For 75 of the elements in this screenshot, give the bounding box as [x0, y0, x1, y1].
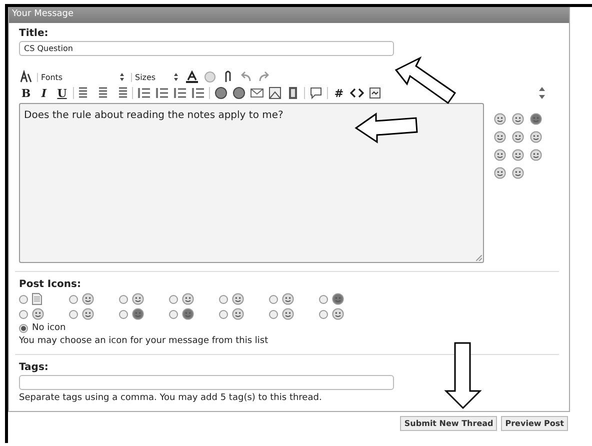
document-icon: [32, 293, 42, 305]
face-icon: [132, 293, 144, 305]
no-icon-label: No icon: [32, 323, 66, 333]
image-icon[interactable]: [268, 86, 282, 100]
smiley-icon: [512, 131, 524, 143]
resize-grip-icon[interactable]: [476, 255, 482, 261]
underline-button[interactable]: U: [55, 86, 69, 100]
title-field[interactable]: CS Question: [19, 41, 394, 56]
smiley-icon: [512, 167, 524, 179]
title-label: Title:: [19, 28, 50, 39]
face-icon: [332, 293, 344, 305]
radio-button[interactable]: [269, 310, 278, 318]
smiley-icon: [494, 167, 506, 179]
italic-button[interactable]: I: [37, 86, 51, 100]
face-icon: [182, 308, 194, 320]
face-icon: [282, 293, 294, 305]
smiley-icon: [512, 113, 524, 125]
smiley-icon: [512, 149, 524, 161]
code-icon[interactable]: [350, 86, 364, 100]
smiley-icon: [530, 113, 542, 125]
smiley-icon: [530, 149, 542, 161]
tags-field[interactable]: [19, 375, 394, 390]
radio-button[interactable]: [269, 294, 278, 304]
radio-button[interactable]: [19, 324, 28, 332]
message-field[interactable]: Does the rule about reading the notes apply to me?: [19, 103, 484, 263]
tags-label: Tags:: [19, 362, 50, 373]
radio-button[interactable]: [219, 294, 228, 304]
font-select[interactable]: Fonts: [37, 72, 127, 82]
face-icon: [232, 293, 244, 305]
smiley-icon: [494, 149, 506, 161]
radio-button[interactable]: [19, 294, 28, 304]
radio-button[interactable]: [169, 310, 178, 318]
face-icon: [182, 293, 194, 305]
radio-button[interactable]: [119, 310, 128, 318]
size-select[interactable]: Sizes: [131, 72, 181, 82]
numbered-list-icon[interactable]: [137, 86, 151, 100]
bullet-list-icon[interactable]: [155, 86, 169, 100]
bold-button[interactable]: B: [19, 86, 33, 100]
hash-button[interactable]: #: [332, 86, 346, 100]
smiley-icon: [494, 131, 506, 143]
face-icon: [82, 308, 94, 320]
radio-button[interactable]: [219, 310, 228, 318]
post-icons-label: Post Icons:: [19, 279, 82, 290]
submit-button[interactable]: Submit New Thread: [400, 416, 498, 431]
dropdown-arrows-icon: [120, 73, 124, 81]
arrow-drawing: [354, 112, 418, 144]
panel-title: Your Message: [9, 7, 569, 23]
resize-toggle-icon[interactable]: [539, 87, 545, 99]
smiley-icon: [530, 131, 542, 143]
envelope-icon[interactable]: [250, 86, 264, 100]
post-icons-help: You may choose an icon for your message from this list: [19, 336, 270, 346]
arrow-drawing: [444, 342, 482, 410]
radio-button[interactable]: [319, 310, 328, 318]
radio-button[interactable]: [69, 294, 78, 304]
arrow-drawing: [394, 56, 456, 104]
preview-button[interactable]: Preview Post: [501, 416, 568, 431]
quote-bubble-icon[interactable]: [309, 86, 323, 100]
align-center-icon[interactable]: [96, 86, 110, 100]
dropdown-arrows-icon: [174, 73, 178, 81]
face-icon: [82, 293, 94, 305]
face-icon: [32, 308, 44, 320]
film-icon[interactable]: [286, 86, 300, 100]
face-icon: [232, 308, 244, 320]
radio-button[interactable]: [69, 310, 78, 318]
tags-help: Separate tags using a comma. You may add 5 tag(s) to this thread.: [19, 393, 323, 403]
face-icon: [332, 308, 344, 320]
face-icon: [132, 308, 144, 320]
radio-button[interactable]: [19, 310, 28, 318]
font-icon[interactable]: [19, 70, 33, 84]
radio-button[interactable]: [319, 294, 328, 304]
text-color-icon[interactable]: [185, 70, 199, 84]
radio-button[interactable]: [169, 294, 178, 304]
face-icon: [282, 308, 294, 320]
smiley-icon: [494, 113, 506, 125]
radio-button[interactable]: [119, 294, 128, 304]
